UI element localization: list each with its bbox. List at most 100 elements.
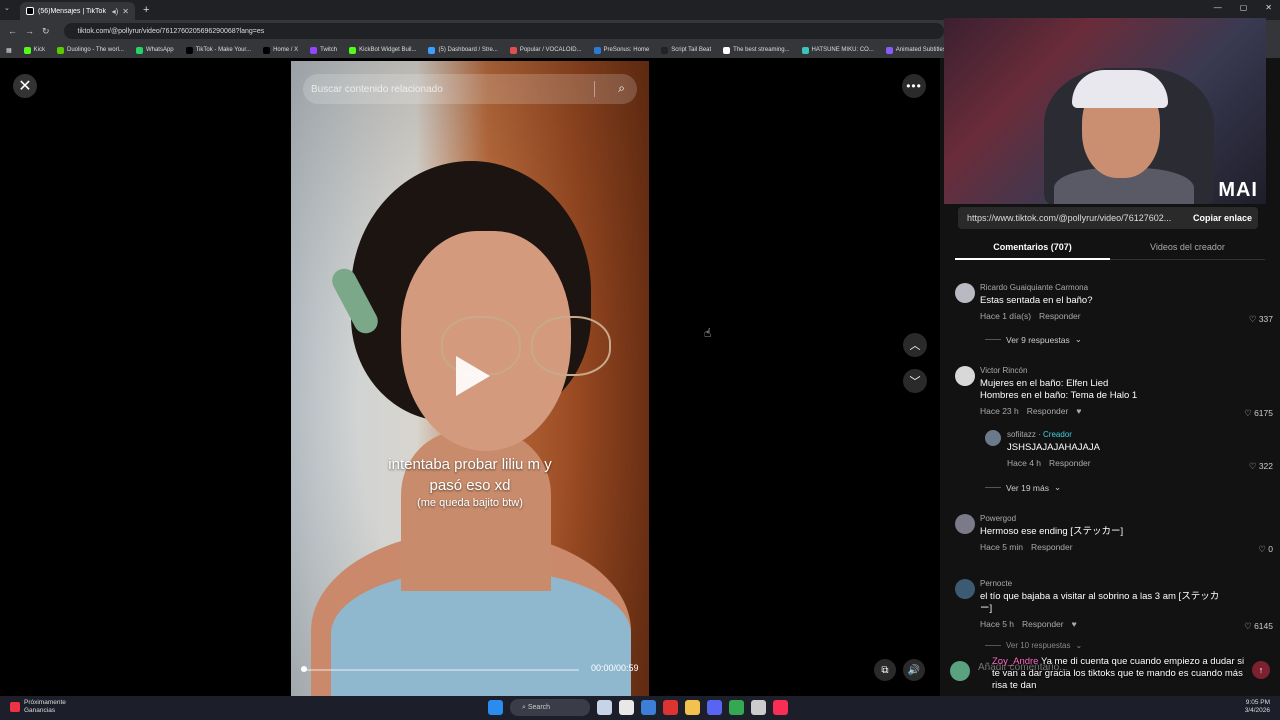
bookmark-item[interactable]: Duolingo - The worl... bbox=[57, 46, 124, 54]
back-icon[interactable]: ← bbox=[8, 26, 17, 36]
bookmark-item[interactable]: Kick bbox=[23, 46, 45, 54]
bookmark-favicon-icon bbox=[263, 46, 271, 54]
share-link-url[interactable]: https://www.tiktok.com/@pollyrur/video/7… bbox=[958, 213, 1187, 223]
like-count[interactable]: ♡ 0 bbox=[1258, 544, 1273, 555]
progress-handle[interactable] bbox=[301, 666, 307, 672]
chevron-down-icon: ⌄ bbox=[1075, 641, 1083, 650]
music-app-icon[interactable] bbox=[773, 700, 788, 715]
bookmark-item[interactable]: The best streaming... bbox=[723, 46, 790, 54]
window-close-icon[interactable]: ✕ bbox=[1265, 3, 1272, 12]
comment-text-line-2: ー] bbox=[980, 603, 993, 614]
view-replies-label: Ver 10 respuestas bbox=[1006, 641, 1071, 650]
taskbar-clock[interactable]: 9:05 PM 3/4/2026 bbox=[1245, 699, 1270, 715]
play-icon[interactable] bbox=[456, 356, 490, 396]
avatar[interactable] bbox=[955, 579, 975, 599]
comment-user[interactable]: Victor Rincón bbox=[980, 366, 1250, 375]
discord-icon[interactable] bbox=[707, 700, 722, 715]
maximize-icon[interactable]: ▢ bbox=[1240, 3, 1248, 12]
like-count[interactable]: ♡ 6145 bbox=[1244, 621, 1273, 632]
avatar[interactable] bbox=[955, 514, 975, 534]
speaker-icon: ◂) bbox=[111, 6, 119, 16]
tab-comments[interactable]: Comentarios (707) bbox=[955, 238, 1110, 260]
taskbar-widget[interactable]: Próximamente Ganancias bbox=[10, 699, 66, 715]
tab-close-icon[interactable]: ✕ bbox=[122, 7, 129, 16]
view-replies-button[interactable]: Ver 10 respuestas ⌄ bbox=[985, 641, 1082, 650]
browser-tab[interactable]: (56)Mensajes | TikTok ◂) ✕ bbox=[20, 2, 135, 20]
windows-start-icon[interactable] bbox=[488, 700, 503, 715]
bookmark-item[interactable]: Script Tail Beat bbox=[661, 46, 711, 54]
apps-icon[interactable]: ▦ bbox=[6, 47, 12, 54]
bookmark-favicon-icon bbox=[310, 46, 318, 54]
view-replies-button[interactable]: Ver 9 respuestas ⌄ bbox=[985, 334, 1082, 345]
reply-button[interactable]: Responder bbox=[1027, 406, 1069, 416]
volume-button[interactable]: 🔊 bbox=[903, 659, 925, 681]
taskbar-search[interactable]: ⌕ Search bbox=[510, 699, 590, 716]
comment-user[interactable]: Ricardo Guaiquiante Carmona bbox=[980, 283, 1250, 292]
comment-time: Hace 5 min bbox=[980, 542, 1023, 552]
bookmark-label: HATSUNE MIKU: CO... bbox=[811, 47, 874, 53]
chrome-icon[interactable] bbox=[729, 700, 744, 715]
avatar[interactable] bbox=[955, 283, 975, 303]
divider-line bbox=[985, 339, 1001, 340]
task-view-icon[interactable] bbox=[619, 700, 634, 715]
new-tab-button[interactable]: + bbox=[143, 4, 149, 16]
copy-link-button[interactable]: Copiar enlace bbox=[1187, 213, 1258, 223]
bookmark-item[interactable]: Twitch bbox=[310, 46, 337, 54]
video-progress-bar[interactable] bbox=[301, 669, 579, 671]
comment-text-line-1: el tío que bajaba a visitar al sobrino a… bbox=[980, 591, 1220, 602]
window-controls: — ▢ ✕ bbox=[1214, 3, 1272, 12]
like-count[interactable]: ♡ 337 bbox=[1249, 314, 1273, 325]
bookmark-item[interactable]: (5) Dashboard / Stre... bbox=[428, 46, 498, 54]
picture-in-picture-button[interactable]: ⧉ bbox=[874, 659, 896, 681]
reply-button[interactable]: Responder bbox=[1031, 542, 1073, 552]
comment-time: Hace 4 h bbox=[1007, 458, 1042, 468]
panel-tabs: Comentarios (707) Videos del creador bbox=[955, 238, 1265, 260]
send-icon[interactable]: ↑ bbox=[1252, 661, 1270, 679]
minimize-icon[interactable]: — bbox=[1214, 3, 1222, 12]
more-options-button[interactable]: ••• bbox=[902, 74, 926, 98]
caption-line-1: intentaba probar liliu m y bbox=[388, 456, 552, 473]
app-icon[interactable] bbox=[663, 700, 678, 715]
bookmark-item[interactable]: Home / X bbox=[263, 46, 298, 54]
bookmark-item[interactable]: TikTok - Make Your... bbox=[185, 46, 251, 54]
bookmark-item[interactable]: HATSUNE MIKU: CO... bbox=[801, 46, 874, 54]
webcam-person-headset bbox=[1072, 70, 1168, 108]
address-bar[interactable]: tiktok.com/@pollyrur/video/7612760205696… bbox=[63, 23, 944, 39]
reply-button[interactable]: Responder bbox=[1022, 619, 1064, 629]
comment-text: JSHSJAJAJAHAJAJA bbox=[1007, 442, 1100, 453]
bookmark-item[interactable]: Popular / VOCALOID... bbox=[509, 46, 582, 54]
forward-icon[interactable]: → bbox=[25, 26, 34, 36]
comment-user[interactable]: Powergod bbox=[980, 514, 1250, 523]
close-video-button[interactable]: ✕ bbox=[13, 74, 37, 98]
store-icon[interactable] bbox=[641, 700, 656, 715]
bookmark-label: PreSonus: Home bbox=[603, 47, 650, 53]
previous-video-button[interactable]: ︿ bbox=[903, 333, 927, 357]
video-player[interactable]: Buscar contenido relacionado ⌕ intentaba… bbox=[291, 61, 649, 696]
bookmark-item[interactable]: WhatsApp bbox=[135, 46, 174, 54]
like-count[interactable]: ♡ 6175 bbox=[1244, 408, 1273, 419]
comment-user[interactable]: Pernocte bbox=[980, 579, 1250, 588]
file-explorer-icon[interactable] bbox=[685, 700, 700, 715]
tab-creator-videos[interactable]: Videos del creador bbox=[1110, 238, 1265, 260]
bookmark-item[interactable]: Animated Subtitles... bbox=[885, 46, 951, 54]
search-icon[interactable]: ⌕ bbox=[618, 81, 625, 96]
bookmark-item[interactable]: KickBot Widget Buil... bbox=[349, 46, 416, 54]
settings-icon[interactable] bbox=[751, 700, 766, 715]
cloud-app-icon[interactable] bbox=[597, 700, 612, 715]
reload-icon[interactable]: ↻ bbox=[42, 26, 50, 37]
avatar[interactable] bbox=[955, 366, 975, 386]
next-video-button[interactable]: ﹀ bbox=[903, 369, 927, 393]
bookmark-label: Duolingo - The worl... bbox=[67, 47, 124, 53]
like-count[interactable]: ♡ 322 bbox=[1249, 461, 1273, 472]
reply-button[interactable]: Responder bbox=[1039, 311, 1081, 321]
tab-list-icon[interactable]: ⌄ bbox=[4, 4, 10, 12]
related-search-input[interactable]: Buscar contenido relacionado ⌕ bbox=[303, 74, 637, 104]
view-more-replies-button[interactable]: Ver 19 más ⌄ bbox=[985, 482, 1061, 493]
bookmark-item[interactable]: PreSonus: Home bbox=[593, 46, 650, 54]
avatar[interactable] bbox=[985, 430, 1001, 446]
taskbar-apps: ⌕ Search bbox=[488, 699, 788, 716]
comment-user[interactable]: sofiitazz bbox=[1007, 430, 1036, 439]
reply-button[interactable]: Responder bbox=[1049, 458, 1091, 468]
tiktok-favicon-icon bbox=[26, 7, 34, 15]
bookmark-favicon-icon bbox=[135, 46, 143, 54]
